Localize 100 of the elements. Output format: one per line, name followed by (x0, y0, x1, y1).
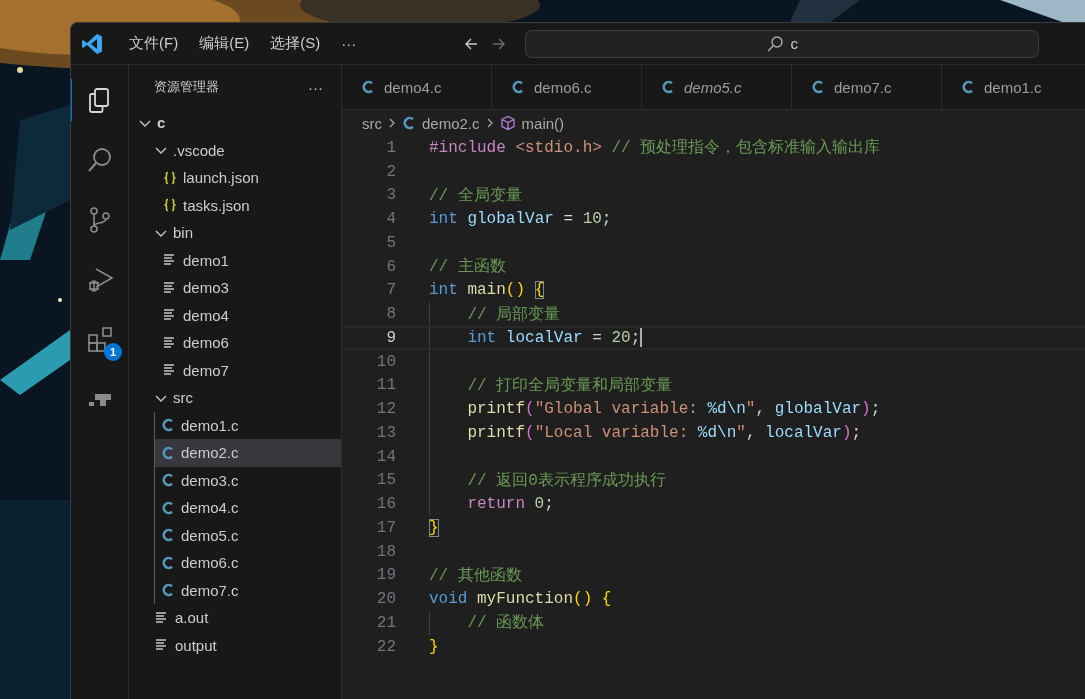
file-item[interactable]: demo4 (129, 301, 341, 329)
lines-icon (155, 610, 169, 625)
line-number: 11 (375, 376, 396, 395)
more-menu[interactable]: ··· (335, 31, 363, 56)
lines-icon (163, 253, 177, 268)
line-number: 14 (375, 447, 396, 466)
file-item[interactable]: demo2.c (155, 439, 341, 467)
editor-tab[interactable]: demo1.c (942, 65, 1085, 109)
braces-icon (162, 197, 178, 214)
editor-tab[interactable]: demo5.c (642, 65, 792, 109)
search-icon (766, 34, 785, 53)
code-line: // 局部变量 (466, 304, 561, 325)
lines-icon (155, 638, 169, 653)
breadcrumb-item[interactable]: src (362, 114, 382, 132)
line-number: 9 (385, 328, 396, 347)
file-icon (402, 115, 416, 131)
file-icon (161, 527, 175, 544)
folder-item[interactable]: .vscode (129, 136, 341, 164)
file-item[interactable]: output (129, 631, 341, 659)
chevron-right-icon (387, 117, 397, 129)
file-item[interactable]: tasks.json (129, 191, 341, 219)
menu-item[interactable]: 选择(S) (264, 30, 327, 57)
panel-title: 资源管理器 (154, 78, 219, 96)
file-item[interactable]: demo5.c (155, 521, 341, 549)
file-icon (161, 417, 175, 434)
line-number: 18 (375, 542, 396, 561)
line-number: 3 (385, 186, 396, 205)
extensions-icon (86, 326, 114, 354)
folder-item[interactable]: bin (129, 219, 341, 247)
file-item[interactable]: demo7 (129, 356, 341, 384)
file-item[interactable]: demo7.c (155, 576, 341, 604)
braces-icon (162, 169, 178, 186)
code-line: // 其他函数 (429, 565, 522, 586)
code-line: } (429, 637, 439, 656)
line-number: 5 (385, 233, 396, 252)
code-line: // 函数体 (466, 613, 545, 634)
code-line: void myFunction() { (429, 590, 612, 609)
file-icon (161, 499, 175, 516)
lines-icon (163, 335, 177, 350)
code-line: int main() { (429, 281, 545, 300)
line-number: 4 (385, 210, 396, 229)
code-line: // 打印全局变量和局部变量 (466, 375, 673, 396)
file-icon (811, 79, 825, 95)
file-icon (361, 79, 375, 95)
breadcrumb-item[interactable]: demo2.c (402, 114, 480, 132)
line-number: 7 (385, 281, 396, 300)
file-item[interactable]: a.out (129, 604, 341, 632)
more-menu[interactable]: ··· (304, 78, 327, 96)
code-line: // 返回0表示程序成功执行 (466, 470, 666, 491)
line-number: 17 (375, 518, 396, 537)
file-icon (161, 582, 175, 599)
file-item[interactable]: demo6 (129, 329, 341, 357)
code-line: } (429, 518, 439, 537)
file-icon (961, 79, 975, 95)
code-line: printf("Global variable: %d\n", globalVar); (466, 400, 881, 419)
file-icon (661, 79, 675, 95)
editor-tab[interactable]: demo4.c (342, 65, 492, 109)
text-cursor (640, 328, 643, 348)
folder-item[interactable]: c (129, 109, 341, 137)
file-item[interactable]: demo6.c (155, 549, 341, 577)
line-number: 21 (375, 613, 396, 632)
line-number: 19 (375, 566, 396, 585)
file-icon (161, 472, 175, 489)
breadcrumb-item[interactable]: main() (499, 114, 565, 132)
file-icon (161, 444, 175, 461)
line-number: 20 (375, 590, 396, 609)
lines-icon (163, 280, 177, 295)
file-item[interactable]: launch.json (129, 164, 341, 192)
line-number: 16 (375, 495, 396, 514)
lines-icon (163, 363, 177, 378)
line-number: 8 (385, 305, 396, 324)
line-number: 15 (375, 471, 396, 490)
menu-item[interactable]: 编辑(E) (193, 30, 256, 57)
file-icon (511, 79, 525, 95)
activity-bar-item[interactable]: 1 (71, 319, 128, 361)
search-field[interactable]: c (525, 29, 1040, 58)
code-line: #include <stdio.h> // 预处理指令，包含标准输入输出库 (429, 137, 881, 159)
cube-icon (499, 115, 516, 131)
menu-item[interactable]: 文件(F) (123, 30, 185, 57)
run-debug-icon (86, 266, 114, 294)
line-number: 13 (375, 423, 396, 442)
line-number: 12 (375, 400, 396, 419)
code-line: // 主函数 (429, 256, 506, 278)
editor-tab[interactable]: demo7.c (792, 65, 942, 109)
code-line: // 全局变量 (429, 185, 522, 206)
file-item[interactable]: demo4.c (155, 494, 341, 522)
editor-tab[interactable]: demo6.c (492, 65, 642, 109)
file-item[interactable]: demo3.c (155, 466, 341, 494)
file-icon (161, 554, 175, 571)
search-icon (86, 146, 114, 174)
line-number: 6 (385, 257, 396, 276)
folder-item[interactable]: src (129, 384, 341, 412)
line-number: 10 (375, 352, 396, 371)
line-number: 2 (385, 162, 396, 181)
line-number: 1 (385, 138, 396, 157)
file-item[interactable]: demo3 (129, 274, 341, 302)
code-line: int globalVar = 10; (429, 210, 612, 229)
code-line: int localVar = 20; (466, 328, 641, 347)
file-item[interactable]: demo1 (129, 246, 341, 274)
file-item[interactable]: demo1.c (155, 411, 341, 439)
